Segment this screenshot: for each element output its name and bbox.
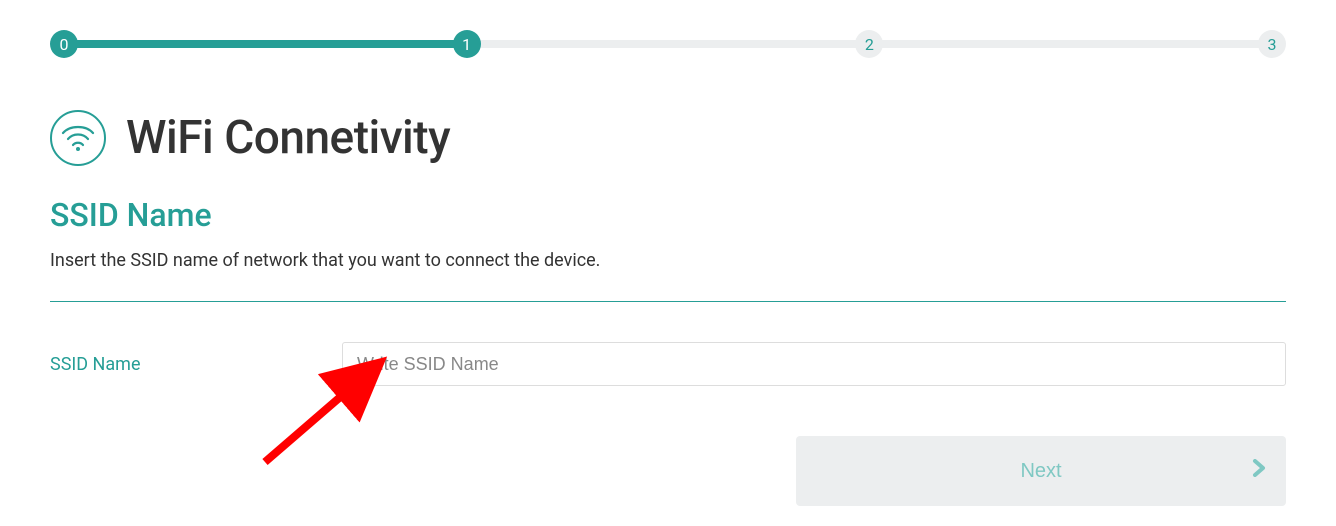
next-button-label: Next bbox=[1020, 460, 1061, 483]
divider bbox=[50, 301, 1286, 302]
page-title: WiFi Connetivity bbox=[126, 111, 450, 165]
form-row-ssid: SSID Name bbox=[50, 342, 1286, 386]
step-0: 0 bbox=[50, 30, 78, 58]
progress-stepper: 0 1 2 3 bbox=[50, 30, 1286, 60]
section-title: SSID Name bbox=[50, 196, 1286, 234]
section-subtitle: Insert the SSID name of network that you… bbox=[50, 250, 1286, 271]
wifi-icon bbox=[50, 110, 106, 166]
next-button[interactable]: Next bbox=[796, 436, 1286, 506]
step-3: 3 bbox=[1258, 30, 1286, 58]
button-row: Next bbox=[50, 436, 1286, 506]
page-header: WiFi Connetivity bbox=[50, 110, 1286, 166]
step-1: 1 bbox=[453, 30, 481, 58]
step-2: 2 bbox=[855, 30, 883, 58]
chevron-right-icon bbox=[1252, 459, 1266, 483]
stepper-fill bbox=[64, 40, 467, 48]
ssid-input[interactable] bbox=[342, 342, 1286, 386]
ssid-label: SSID Name bbox=[50, 354, 342, 375]
